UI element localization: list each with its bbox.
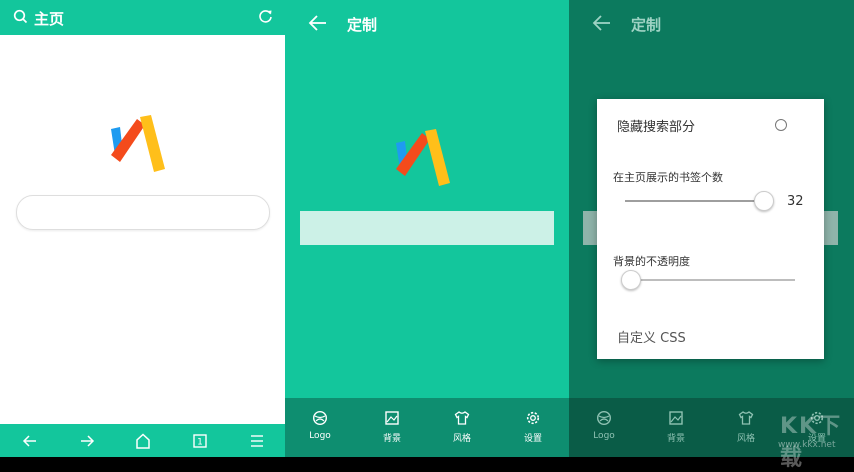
settings-dialog: 隐藏搜索部分 在主页展示的书签个数 32 背景的不透明度 自定义 CSS bbox=[597, 99, 824, 359]
tabs-icon[interactable]: 1 bbox=[190, 431, 210, 451]
home-icon[interactable] bbox=[133, 431, 153, 451]
hide-search-radio[interactable] bbox=[775, 119, 787, 131]
back-icon[interactable] bbox=[20, 431, 40, 451]
tab-label: 风格 bbox=[452, 434, 471, 444]
image-icon bbox=[385, 411, 399, 425]
tab-label: 背景 bbox=[382, 434, 401, 444]
tab-style[interactable]: 风格 bbox=[721, 410, 771, 444]
custom-css-option[interactable]: 自定义 CSS bbox=[617, 327, 686, 346]
home-screen: 主页 1 bbox=[0, 0, 285, 457]
menu-icon[interactable] bbox=[247, 431, 267, 451]
bottom-nav: 1 bbox=[0, 424, 285, 457]
customize-screen: 定制 Logo 背景 风格 设置 bbox=[285, 0, 569, 457]
page-title: 定制 bbox=[347, 16, 378, 34]
svg-text:1: 1 bbox=[197, 438, 203, 448]
tshirt-icon bbox=[738, 411, 754, 425]
bookmark-count-label: 在主页展示的书签个数 bbox=[613, 171, 723, 184]
page-title: 定制 bbox=[631, 16, 662, 34]
forward-icon[interactable] bbox=[77, 431, 97, 451]
page-title: 主页 bbox=[34, 10, 65, 28]
tab-background[interactable]: 背景 bbox=[367, 410, 417, 444]
image-icon bbox=[669, 411, 683, 425]
tab-label: 风格 bbox=[736, 434, 755, 444]
back-arrow-icon[interactable] bbox=[308, 14, 328, 36]
tab-background[interactable]: 背景 bbox=[651, 410, 701, 444]
via-logo bbox=[107, 113, 179, 179]
watermark-url: www.kkx.net bbox=[778, 440, 836, 450]
tab-style[interactable]: 风格 bbox=[437, 410, 487, 444]
search-bar-preview[interactable] bbox=[300, 211, 554, 245]
search-input[interactable] bbox=[16, 195, 270, 230]
search-icon[interactable] bbox=[13, 9, 28, 28]
bg-opacity-slider-thumb[interactable] bbox=[621, 270, 641, 290]
gear-icon bbox=[526, 411, 540, 425]
logo-icon bbox=[596, 410, 612, 426]
bg-opacity-label: 背景的不透明度 bbox=[613, 255, 690, 268]
tab-logo[interactable]: Logo bbox=[579, 410, 629, 441]
tshirt-icon bbox=[454, 411, 470, 425]
tab-label: 背景 bbox=[666, 434, 685, 444]
bookmark-count-slider[interactable] bbox=[625, 200, 763, 202]
bookmark-count-value: 32 bbox=[787, 194, 804, 209]
customize-settings-screen: 定制 隐藏搜索部分 在主页展示的书签个数 32 背景的不透明度 自定义 CSS … bbox=[569, 0, 854, 457]
tab-label: 设置 bbox=[523, 434, 542, 444]
tab-label: Logo bbox=[309, 431, 331, 441]
bg-opacity-slider[interactable] bbox=[623, 279, 795, 281]
customize-tab-bar: Logo 背景 风格 设置 bbox=[285, 398, 569, 457]
hide-search-label: 隐藏搜索部分 bbox=[617, 120, 696, 135]
search-bar-preview-edge bbox=[824, 211, 838, 245]
back-arrow-icon[interactable] bbox=[592, 14, 612, 36]
tab-settings[interactable]: 设置 bbox=[508, 410, 558, 444]
via-logo-preview[interactable] bbox=[392, 127, 464, 193]
home-top-bar: 主页 bbox=[0, 0, 285, 35]
tab-label: Logo bbox=[593, 431, 615, 441]
refresh-icon[interactable] bbox=[258, 9, 273, 28]
logo-icon bbox=[312, 410, 328, 426]
tab-logo[interactable]: Logo bbox=[295, 410, 345, 441]
bookmark-count-slider-thumb[interactable] bbox=[754, 191, 774, 211]
